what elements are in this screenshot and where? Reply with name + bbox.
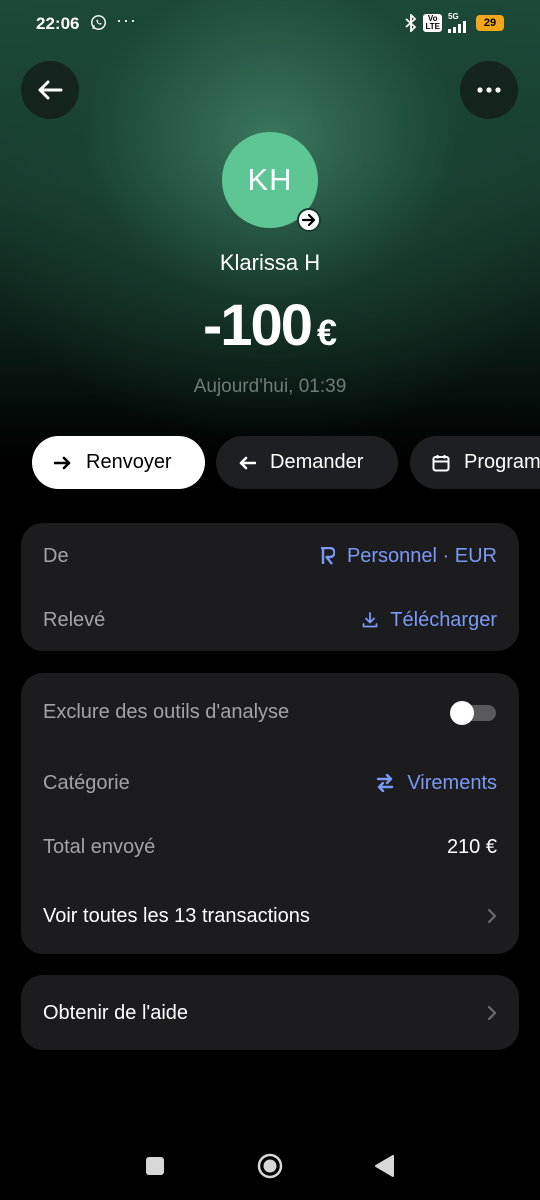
request-button[interactable]: Demander <box>216 436 398 489</box>
signal-bars-icon <box>448 21 466 33</box>
revolut-logo-icon <box>320 547 335 565</box>
arrow-right-icon <box>54 456 72 470</box>
total-sent-value: 210 € <box>446 835 497 858</box>
status-bar: 22:06 ··· Vo LTE 5G 29 <box>0 0 540 48</box>
account-card: De Personnel · EUR Relevé Télécharger <box>21 523 519 651</box>
arrow-right-icon <box>302 214 316 226</box>
total-sent-label: Total envoyé <box>43 835 156 858</box>
calendar-icon <box>432 454 450 472</box>
all-transactions-row[interactable]: Voir toutes les 13 transactions <box>43 902 497 930</box>
from-account-row[interactable]: De Personnel · EUR <box>43 542 497 570</box>
from-label: De <box>43 544 69 567</box>
transaction-amount: -100 € <box>0 292 540 359</box>
transfer-arrows-icon <box>375 774 395 792</box>
amount-value: -100 <box>202 293 313 358</box>
exclude-analytics-toggle[interactable] <box>450 701 497 725</box>
exclude-analytics-row: Exclure des outils d'analyse <box>43 698 497 726</box>
transaction-detail-screen: 22:06 ··· Vo LTE 5G 29 KH Klarissa H -10… <box>0 0 540 1200</box>
details-card: Exclure des outils d'analyse Catégorie V… <box>21 673 519 954</box>
back-button[interactable] <box>21 61 79 119</box>
total-sent-row: Total envoyé 210 € <box>43 833 497 861</box>
contact-name: Klarissa H <box>219 250 321 275</box>
arrow-left-icon <box>38 80 63 100</box>
get-help-row[interactable]: Obtenir de l'aide <box>43 999 497 1027</box>
statement-row[interactable]: Relevé Télécharger <box>43 606 497 634</box>
battery-indicator: 29 <box>476 15 504 31</box>
all-transactions-label: Voir toutes les 13 transactions <box>43 904 310 927</box>
amount-currency: € <box>317 312 338 353</box>
resend-button[interactable]: Renvoyer <box>32 436 205 489</box>
recents-button[interactable] <box>146 1157 164 1175</box>
bluetooth-icon <box>405 14 417 32</box>
statement-label: Relevé <box>43 608 106 631</box>
chevron-right-icon <box>487 908 497 924</box>
from-account-value[interactable]: Personnel · EUR <box>320 545 497 568</box>
chevron-right-icon <box>487 1005 497 1021</box>
category-row[interactable]: Catégorie Virements <box>43 769 497 797</box>
arrow-left-icon <box>238 456 256 470</box>
avatar-initials: KH <box>247 162 293 197</box>
system-back-button[interactable] <box>374 1154 394 1178</box>
more-horizontal-icon <box>477 87 501 93</box>
category-label: Catégorie <box>43 771 130 794</box>
transaction-date: Aujourd'hui, 01:39 <box>193 376 347 397</box>
schedule-button[interactable]: Programmer <box>410 436 540 489</box>
home-button[interactable] <box>257 1153 283 1179</box>
get-help-label: Obtenir de l'aide <box>43 1001 189 1024</box>
notification-overflow-icon: ··· <box>116 10 137 30</box>
status-time: 22:06 <box>36 14 80 33</box>
help-card[interactable]: Obtenir de l'aide <box>21 975 519 1050</box>
download-statement-link[interactable]: Télécharger <box>362 609 497 632</box>
signal-indicator: 5G <box>448 13 470 33</box>
download-icon <box>362 612 378 628</box>
more-options-button[interactable] <box>460 61 518 119</box>
whatsapp-icon <box>91 15 106 30</box>
category-value[interactable]: Virements <box>375 772 497 795</box>
exclude-analytics-label: Exclure des outils d'analyse <box>43 700 290 723</box>
status-indicators: Vo LTE 5G 29 <box>405 13 504 33</box>
outgoing-transfer-badge <box>297 208 321 232</box>
volte-badge: Vo LTE <box>423 14 442 32</box>
